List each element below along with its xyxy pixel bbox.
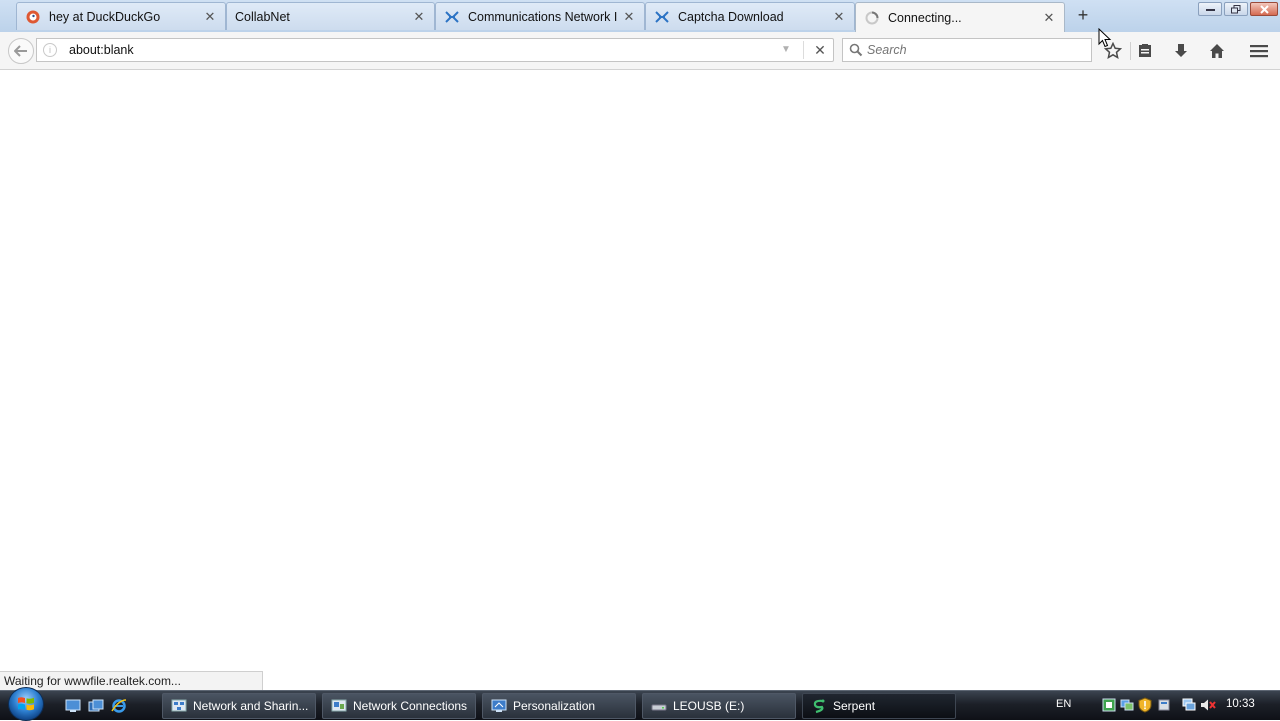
tab-title: Communications Network I [468,9,618,24]
page-content: Waiting for wwwfile.realtek.com... [0,70,1280,690]
tab-title: Connecting... [888,10,962,25]
mouse-cursor-icon [1098,28,1112,48]
history-dropdown-icon[interactable]: ▼ [781,44,791,55]
windows-logo-icon [18,697,34,711]
navigation-toolbar: i ▼ ✕ [0,32,1280,70]
windows-taskbar: Network and Sharin... Network Connection… [0,687,1280,721]
sourceforge-icon [444,9,460,25]
restore-button[interactable] [1224,2,1248,16]
clock[interactable]: 10:33 [1226,698,1255,710]
taskbar-button-label: Serpent [833,699,876,713]
window-controls [1198,2,1278,16]
taskbar-button-label: LEOUSB (E:) [673,699,745,713]
volume-muted-icon[interactable] [1200,697,1216,713]
tray-network-activity-icon[interactable] [1119,697,1135,713]
sourceforge-icon [654,9,670,25]
url-input[interactable] [69,41,769,59]
loading-icon [864,10,880,26]
minimize-button[interactable] [1198,2,1222,16]
close-tab-icon[interactable]: ✕ [832,9,846,24]
divider [803,41,804,59]
download-icon[interactable] [1169,40,1193,62]
new-tab-icon[interactable]: + [1074,6,1092,24]
stop-loading-icon[interactable]: ✕ [811,41,829,59]
close-tab-icon[interactable]: ✕ [203,9,217,24]
back-button[interactable] [8,38,34,64]
url-bar[interactable]: i ▼ ✕ [36,38,834,62]
internet-explorer-icon[interactable] [110,697,128,715]
divider [1130,42,1131,60]
tab-communications-network[interactable]: Communications Network I ✕ [435,2,645,30]
arrow-left-icon [14,45,27,57]
language-indicator[interactable]: EN [1056,698,1071,710]
status-bar: Waiting for wwwfile.realtek.com... [0,671,263,690]
close-tab-icon[interactable]: ✕ [412,9,426,24]
switch-windows-icon[interactable] [87,697,105,715]
home-icon[interactable] [1205,40,1229,62]
tab-title: CollabNet [235,9,290,24]
taskbar-button-personalization[interactable]: Personalization [482,693,636,719]
tab-title: Captcha Download [678,9,784,24]
close-tab-icon[interactable]: ✕ [622,9,636,24]
taskbar-button-network-sharing[interactable]: Network and Sharin... [162,693,316,719]
start-button[interactable] [8,687,44,721]
hamburger-menu-icon[interactable] [1247,40,1271,62]
search-input[interactable] [867,41,1082,59]
network-status-icon[interactable] [1181,697,1197,713]
taskbar-button-label: Network and Sharin... [193,699,309,713]
taskbar-button-label: Network Connections [353,699,468,713]
serpent-icon [811,698,827,714]
tab-strip: hey at DuckDuckGo ✕ CollabNet ✕ Communic… [0,0,1280,32]
taskbar-button-network-connections[interactable]: Network Connections [322,693,476,719]
taskbar-button-serpent[interactable]: Serpent [802,693,956,719]
search-icon [849,43,863,57]
security-shield-icon[interactable] [1137,697,1153,713]
network-connections-icon [331,698,347,714]
usb-drive-icon [651,698,667,714]
personalization-icon [491,698,507,714]
tab-duckduckgo[interactable]: hey at DuckDuckGo ✕ [16,2,226,30]
tab-title: hey at DuckDuckGo [49,9,161,24]
tab-collabnet[interactable]: CollabNet ✕ [226,2,435,30]
duckduckgo-icon [25,9,41,25]
site-info-icon[interactable]: i [43,43,57,57]
taskbar-button-leousb[interactable]: LEOUSB (E:) [642,693,796,719]
close-window-button[interactable] [1250,2,1278,16]
tray-utility-icon[interactable] [1156,697,1172,713]
tab-connecting[interactable]: Connecting... ✕ [855,2,1065,32]
tray-app-icon[interactable] [1101,697,1117,713]
tab-captcha-download[interactable]: Captcha Download ✕ [645,2,855,30]
search-bar[interactable] [842,38,1092,62]
network-sharing-icon [171,698,187,714]
taskbar-button-label: Personalization [513,699,596,713]
bookmarks-menu-icon[interactable] [1133,40,1157,62]
close-tab-icon[interactable]: ✕ [1042,10,1056,25]
show-desktop-icon[interactable] [64,697,82,715]
